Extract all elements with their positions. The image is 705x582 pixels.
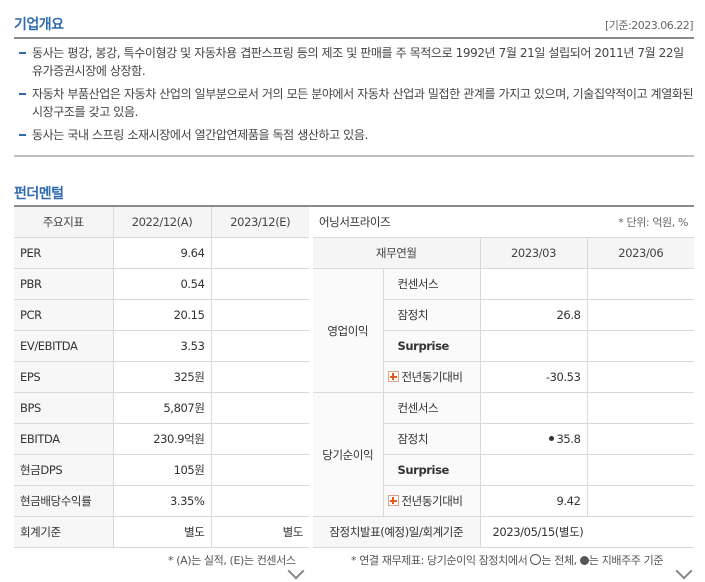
fundamental-title: 펀더멘털	[14, 186, 64, 202]
divider	[14, 155, 694, 157]
divider	[14, 37, 694, 39]
table-row: 회계기준 별도 별도	[14, 516, 309, 548]
earnings-note: * 연결 재무제표: 당기순이익 잠정치에서 는 전체, 는 지배주주 기준	[351, 554, 664, 567]
col-header: 2023/12(E)	[210, 207, 309, 238]
table-row: PER 9.64	[14, 237, 309, 269]
list-item: 자동차 부품산업은 자동차 산업의 일부분으로서 거의 모든 분야에서 자동차 …	[14, 85, 694, 121]
unit-label: * 단위: 억원, %	[480, 207, 695, 238]
table-row: BPS 5,807원	[14, 392, 309, 424]
list-item: 동사는 국내 스프링 소재시장에서 열간압연제품을 독점 생산하고 있음.	[14, 126, 694, 144]
table-row: PBR 0.54	[14, 268, 309, 300]
col-header: 2023/03	[479, 237, 588, 269]
bullet-dot-icon	[548, 436, 554, 441]
col-header: 2022/12(A)	[112, 207, 211, 238]
table-row: 현금DPS 105원	[14, 454, 309, 486]
table-row: EBITDA 230.9억원	[14, 423, 309, 455]
table-row: 영업이익 컨센서스	[313, 268, 695, 393]
table-row: EV/EBITDA 3.53	[14, 330, 309, 362]
overview-title: 기업개요	[14, 17, 64, 33]
fundamental-table: 주요지표 2022/12(A) 2023/12(E) PER 9.64 PBR 0.…	[14, 207, 309, 548]
table-row: 현금배당수익률 3.35%	[14, 485, 309, 517]
col-header: 재무연월	[313, 237, 481, 269]
list-item: 동사는 평강, 봉강, 특수이형강 및 자동차용 겹판스프링 등의 제조 및 판…	[14, 44, 694, 80]
table-row: 잠정치발표(예정)일/회계기준 2023/05/15(별도)	[313, 516, 695, 548]
table-row: PCR 20.15	[14, 299, 309, 331]
expand-icon[interactable]	[387, 495, 399, 506]
table-row: EPS 325원	[14, 361, 309, 393]
earnings-table: 어닝서프라이즈 * 단위: 억원, % 재무연월 2023/03 2023/06…	[313, 207, 695, 548]
group-label: 영업이익	[313, 268, 383, 393]
overview-list: 동사는 평강, 봉강, 특수이형강 및 자동차용 겹판스프링 등의 제조 및 판…	[14, 44, 694, 149]
expand-icon[interactable]	[387, 371, 399, 382]
col-header: 주요지표	[14, 207, 113, 238]
chevron-down-icon[interactable]	[675, 562, 693, 580]
group-label: 당기순이익	[313, 392, 383, 517]
circle-filled-icon	[579, 556, 589, 565]
earnings-title: 어닝서프라이즈	[313, 207, 481, 238]
col-header: 2023/06	[586, 237, 695, 269]
fundamental-note: * (A)는 실적, (E)는 컨센서스	[168, 554, 296, 567]
circle-outline-icon	[530, 554, 542, 565]
base-date: [기준:2023.06.22]	[604, 19, 694, 32]
table-row: 당기순이익 컨센서스	[313, 392, 695, 517]
